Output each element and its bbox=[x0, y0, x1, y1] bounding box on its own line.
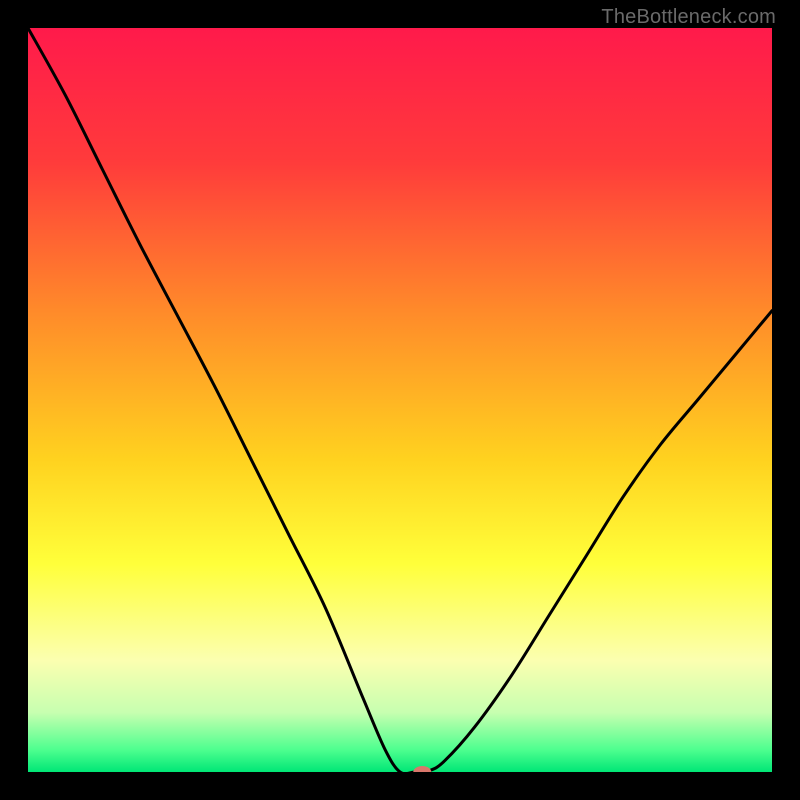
gradient-background bbox=[28, 28, 772, 772]
watermark-text: TheBottleneck.com bbox=[601, 6, 776, 29]
chart-container: TheBottleneck.com bbox=[0, 0, 800, 800]
chart-svg bbox=[28, 28, 772, 772]
plot-area bbox=[28, 28, 772, 772]
